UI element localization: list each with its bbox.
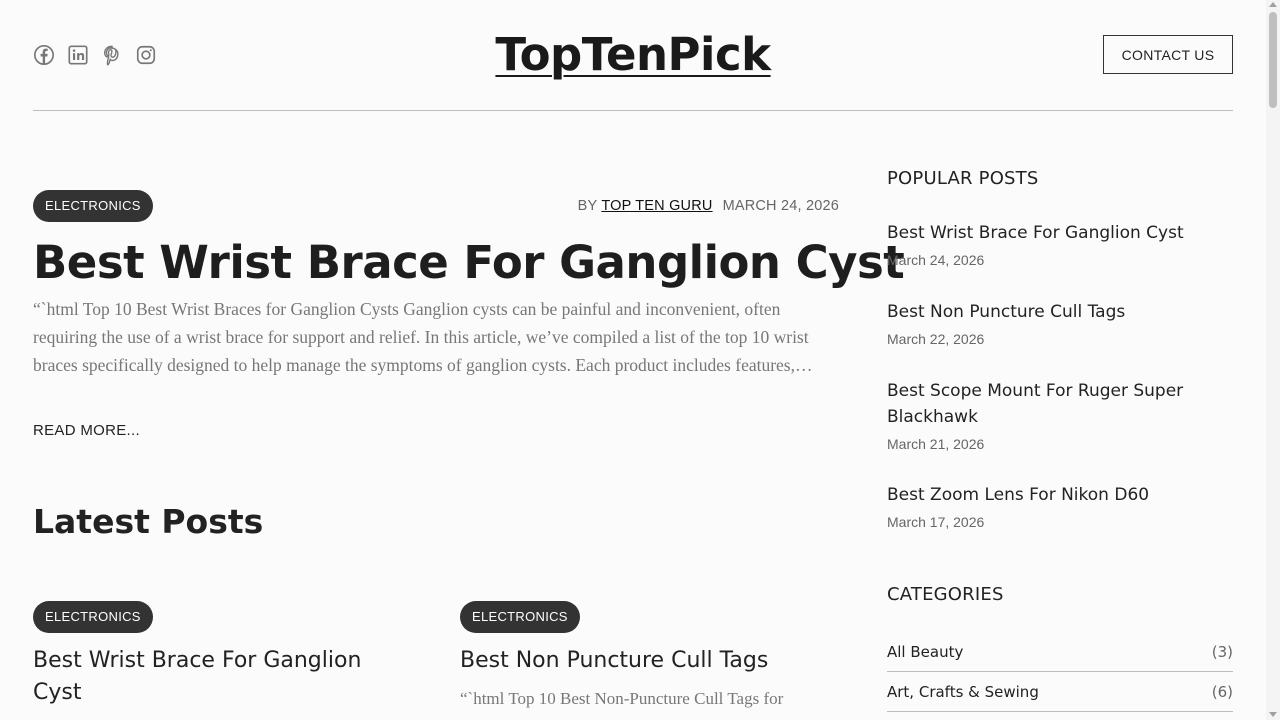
site-header: TopTenPick CONTACT US [33, 0, 1233, 111]
site-logo: TopTenPick [33, 28, 1233, 81]
post-card-title[interactable]: Best Non Puncture Cull Tags [460, 645, 840, 677]
popular-post-item: Best Scope Mount For Ruger Super Blackha… [887, 378, 1233, 452]
category-name: All Beauty [887, 642, 964, 661]
category-item[interactable]: All Beauty (3) [887, 632, 1233, 672]
featured-post-excerpt: “`html Top 10 Best Wrist Braces for Gang… [33, 299, 813, 375]
scroll-up-arrow-icon[interactable] [1269, 2, 1277, 7]
post-date: MARCH 24, 2026 [722, 198, 839, 214]
post-card-title[interactable]: Best Wrist Brace For Ganglion Cyst [33, 645, 413, 709]
popular-post-title[interactable]: Best Zoom Lens For Nikon D60 [887, 482, 1233, 508]
post-card-excerpt: “`html Top 10 Best Non-Puncture Cull Tag… [460, 689, 784, 708]
category-badge[interactable]: ELECTRONICS [33, 601, 153, 633]
popular-posts-title: POPULAR POSTS [887, 168, 1039, 189]
scroll-down-arrow-icon[interactable] [1269, 712, 1277, 717]
categories-title: CATEGORIES [887, 584, 1004, 605]
popular-post-date: March 24, 2026 [887, 252, 985, 268]
scrollbar-thumb[interactable] [1269, 12, 1277, 108]
author-link[interactable]: TOP TEN GURU [601, 198, 712, 214]
category-badge[interactable]: ELECTRONICS [460, 601, 580, 633]
category-list: All Beauty (3) Art, Crafts & Sewing (6) [887, 632, 1233, 712]
popular-post-item: Best Non Puncture Cull Tags March 22, 20… [887, 299, 1233, 347]
featured-post-title[interactable]: Best Wrist Brace For Ganglion Cyst [33, 236, 905, 289]
category-name: Art, Crafts & Sewing [887, 682, 1039, 701]
popular-post-title[interactable]: Best Scope Mount For Ruger Super Blackha… [887, 378, 1233, 430]
page-scrollbar[interactable] [1266, 0, 1280, 720]
popular-post-date: March 22, 2026 [887, 331, 985, 347]
by-label: BY [577, 198, 598, 214]
read-more-link[interactable]: READ MORE... [33, 422, 140, 439]
popular-post-item: Best Zoom Lens For Nikon D60 March 17, 2… [887, 482, 1233, 530]
contact-us-button[interactable]: CONTACT US [1103, 35, 1233, 74]
category-count: (6) [1211, 682, 1233, 701]
category-item[interactable]: Art, Crafts & Sewing (6) [887, 672, 1233, 712]
latest-posts-heading: Latest Posts [33, 502, 264, 541]
popular-post-date: March 17, 2026 [887, 514, 985, 530]
popular-post-title[interactable]: Best Non Puncture Cull Tags [887, 299, 1233, 325]
popular-post-date: March 21, 2026 [887, 436, 985, 452]
popular-post-item: Best Wrist Brace For Ganglion Cyst March… [887, 220, 1233, 268]
site-title-link[interactable]: TopTenPick [495, 28, 771, 81]
category-badge[interactable]: ELECTRONICS [33, 190, 153, 222]
popular-post-title[interactable]: Best Wrist Brace For Ganglion Cyst [887, 220, 1233, 246]
post-byline: BY TOP TEN GURU MARCH 24, 2026 [578, 198, 839, 214]
category-count: (3) [1211, 642, 1233, 661]
